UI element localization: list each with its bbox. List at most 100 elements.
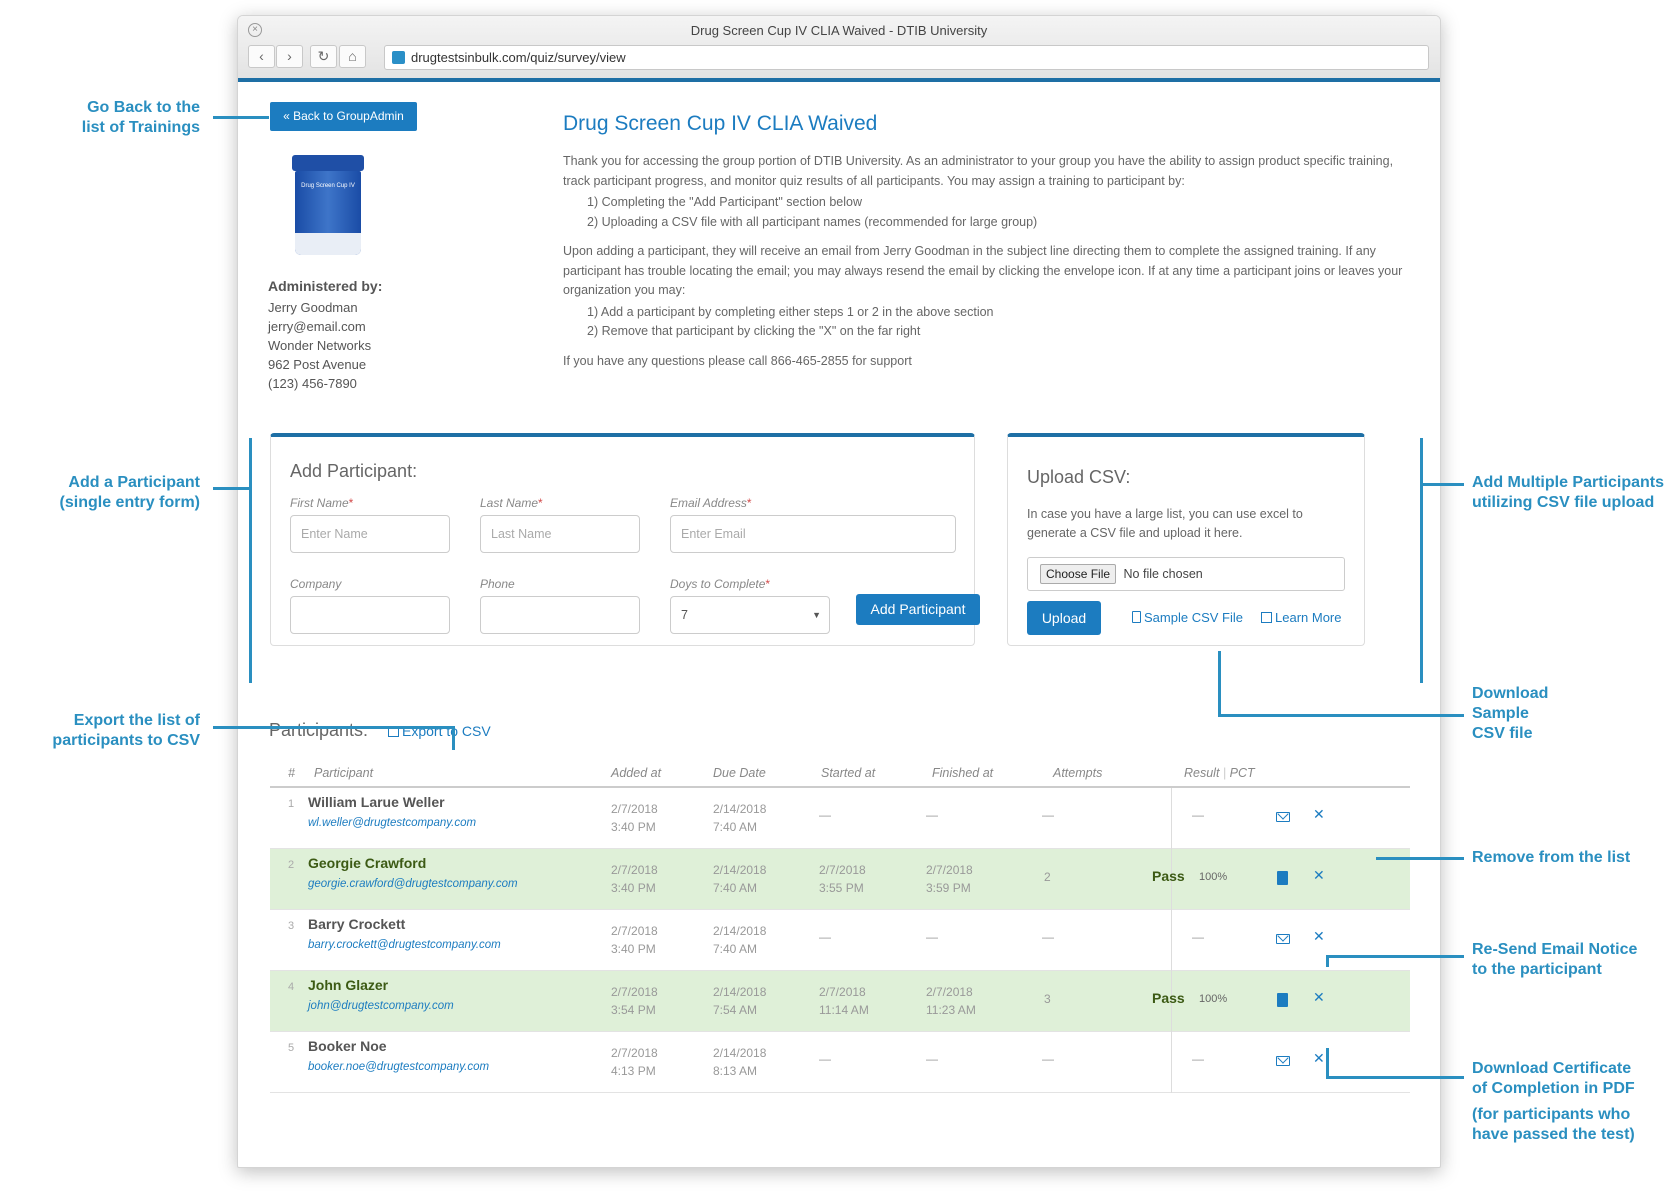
url-text: drugtestsinbulk.com/quiz/survey/view: [411, 50, 626, 65]
site-favicon-icon: [392, 51, 405, 64]
participant-email[interactable]: john@drugtestcompany.com: [308, 1000, 454, 1012]
participant-name: Booker Noe: [308, 1038, 387, 1054]
window-title: Drug Screen Cup IV CLIA Waived - DTIB Un…: [690, 23, 988, 38]
row-number: 4: [288, 981, 295, 993]
annotation-remove: Remove from the list: [1472, 849, 1631, 866]
remove-icon[interactable]: ✕: [1313, 928, 1325, 945]
envelope-icon[interactable]: [1276, 1056, 1290, 1066]
added-at: 2/7/2018 3:40 PM: [611, 802, 658, 834]
connector-line: [1420, 438, 1423, 683]
connector-line: [1218, 651, 1221, 717]
intro-step: 1) Completing the "Add Participant" sect…: [587, 195, 862, 209]
sample-csv-link[interactable]: Sample CSV File: [1132, 610, 1243, 625]
remove-icon[interactable]: ✕: [1313, 867, 1325, 884]
certificate-download-icon[interactable]: [1277, 993, 1288, 1007]
remove-icon[interactable]: ✕: [1313, 989, 1325, 1006]
certificate-download-icon[interactable]: [1277, 871, 1288, 885]
admin-company: Wonder Networks: [268, 338, 372, 353]
first-name-field[interactable]: Enter Name: [290, 515, 450, 553]
added-at: 2/7/2018 3:40 PM: [611, 863, 658, 895]
result-pass: Pass: [1152, 990, 1185, 1006]
email-field[interactable]: Enter Email: [670, 515, 956, 553]
added-at: 2/7/2018 3:40 PM: [611, 924, 658, 956]
row-number: 5: [288, 1042, 295, 1054]
last-name-label: Last Name*: [480, 496, 543, 510]
participant-email[interactable]: wl.weller@drugtestcompany.com: [308, 817, 476, 829]
envelope-icon[interactable]: [1276, 812, 1290, 822]
connector-line: [213, 726, 455, 729]
due-date: 2/14/2018 7:40 AM: [713, 802, 767, 834]
annotation-add-multiple: Add Multiple Participants utilizing CSV f…: [1472, 474, 1665, 511]
support-text: If you have any questions please call 86…: [563, 353, 912, 368]
col-added: Added at: [611, 766, 662, 780]
result-pct: 100%: [1199, 871, 1228, 883]
admin-email: jerry@email.com: [268, 319, 366, 334]
col-finished: Finished at: [932, 766, 994, 780]
table-row: 3 Barry Crockett barry.crockett@drugtest…: [270, 910, 1410, 971]
document-icon: [1132, 611, 1141, 623]
connector-line: [1326, 955, 1464, 958]
intro-step: 2) Uploading a CSV file with all partici…: [587, 214, 1038, 229]
last-name-field[interactable]: Last Name: [480, 515, 640, 553]
intro-text: Thank you for accessing the group portio…: [563, 152, 1403, 371]
phone-field[interactable]: [480, 596, 640, 634]
attempts: 2: [1044, 870, 1051, 884]
dropdown-arrow-icon: ▼: [812, 610, 821, 620]
reload-icon[interactable]: ↻: [310, 45, 337, 68]
add-participant-button[interactable]: Add Participant: [856, 594, 980, 625]
attempts: —: [1042, 808, 1054, 822]
due-date: 2/14/2018 7:54 AM: [713, 985, 767, 1017]
annotation-download-sample: Download Sample CSV file: [1472, 685, 1549, 742]
stage: × Drug Screen Cup IV CLIA Waived - DTIB …: [0, 0, 1675, 1198]
participant-name: John Glazer: [308, 977, 389, 993]
add-participant-card: Add Participant: First Name* Enter Name …: [270, 433, 980, 646]
intro-step: 1) Add a participant by completing eithe…: [587, 304, 994, 319]
intro-paragraph: Upon adding a participant, they will rec…: [563, 244, 1403, 297]
annotation-export: Export the list of participants to CSV: [52, 712, 200, 749]
back-arrow-icon[interactable]: ‹: [248, 45, 275, 68]
col-attempts: Attempts: [1053, 766, 1103, 780]
product-image: Drug Screen Cup IV: [290, 155, 366, 255]
participant-email[interactable]: barry.crockett@drugtestcompany.com: [308, 939, 501, 951]
row-number: 1: [288, 798, 295, 810]
choose-file-button[interactable]: Choose File: [1040, 564, 1117, 584]
finished-at: —: [926, 808, 938, 822]
participant-email[interactable]: georgie.crawford@drugtestcompany.com: [308, 878, 518, 890]
remove-icon[interactable]: ✕: [1313, 1050, 1325, 1067]
result: —: [1192, 808, 1204, 822]
annotation-go-back: Go Back to the list of Trainings: [81, 99, 200, 136]
envelope-icon[interactable]: [1276, 934, 1290, 944]
forward-arrow-icon[interactable]: ›: [276, 45, 303, 68]
remove-icon[interactable]: ✕: [1313, 806, 1325, 823]
file-input[interactable]: Choose File No file chosen: [1027, 557, 1345, 591]
participant-name: William Larue Weller: [308, 794, 445, 810]
email-label: Email Address*: [670, 496, 752, 510]
attempts: —: [1042, 1052, 1054, 1066]
row-number: 2: [288, 859, 295, 871]
participant-name: Barry Crockett: [308, 916, 406, 932]
address-bar[interactable]: drugtestsinbulk.com/quiz/survey/view: [384, 45, 1429, 70]
connector-line: [1326, 1076, 1464, 1079]
finished-at: —: [926, 930, 938, 944]
participants-table: # Participant Added at Due Date Started …: [270, 760, 1410, 1093]
back-to-groupadmin-button[interactable]: « Back to GroupAdmin: [270, 102, 417, 131]
learn-more-link[interactable]: Learn More: [1261, 610, 1341, 625]
upload-button[interactable]: Upload: [1027, 601, 1101, 635]
days-to-complete-select[interactable]: 7 ▼: [670, 596, 830, 634]
first-name-label: First Name*: [290, 496, 354, 510]
intro-step: 2) Remove that participant by clicking t…: [587, 324, 921, 338]
company-field[interactable]: [290, 596, 450, 634]
upload-csv-card: Upload CSV: In case you have a large lis…: [1007, 433, 1365, 646]
col-participant: Participant: [314, 766, 374, 780]
home-icon[interactable]: ⌂: [339, 45, 366, 68]
intro-paragraph: Thank you for accessing the group portio…: [563, 154, 1394, 188]
annotation-certificate: Download Certificate of Completion in PDF…: [1472, 1060, 1635, 1143]
result: —: [1192, 1052, 1204, 1066]
started-at: 2/7/2018 11:14 AM: [819, 985, 869, 1017]
table-header: # Participant Added at Due Date Started …: [270, 760, 1410, 788]
finished-at: 2/7/2018 3:59 PM: [926, 863, 973, 895]
annotation-add-participant: Add a Participant (single entry form): [59, 474, 200, 511]
cup-body: Drug Screen Cup IV: [295, 171, 361, 255]
connector-line: [1376, 857, 1464, 860]
participant-email[interactable]: booker.noe@drugtestcompany.com: [308, 1061, 489, 1073]
